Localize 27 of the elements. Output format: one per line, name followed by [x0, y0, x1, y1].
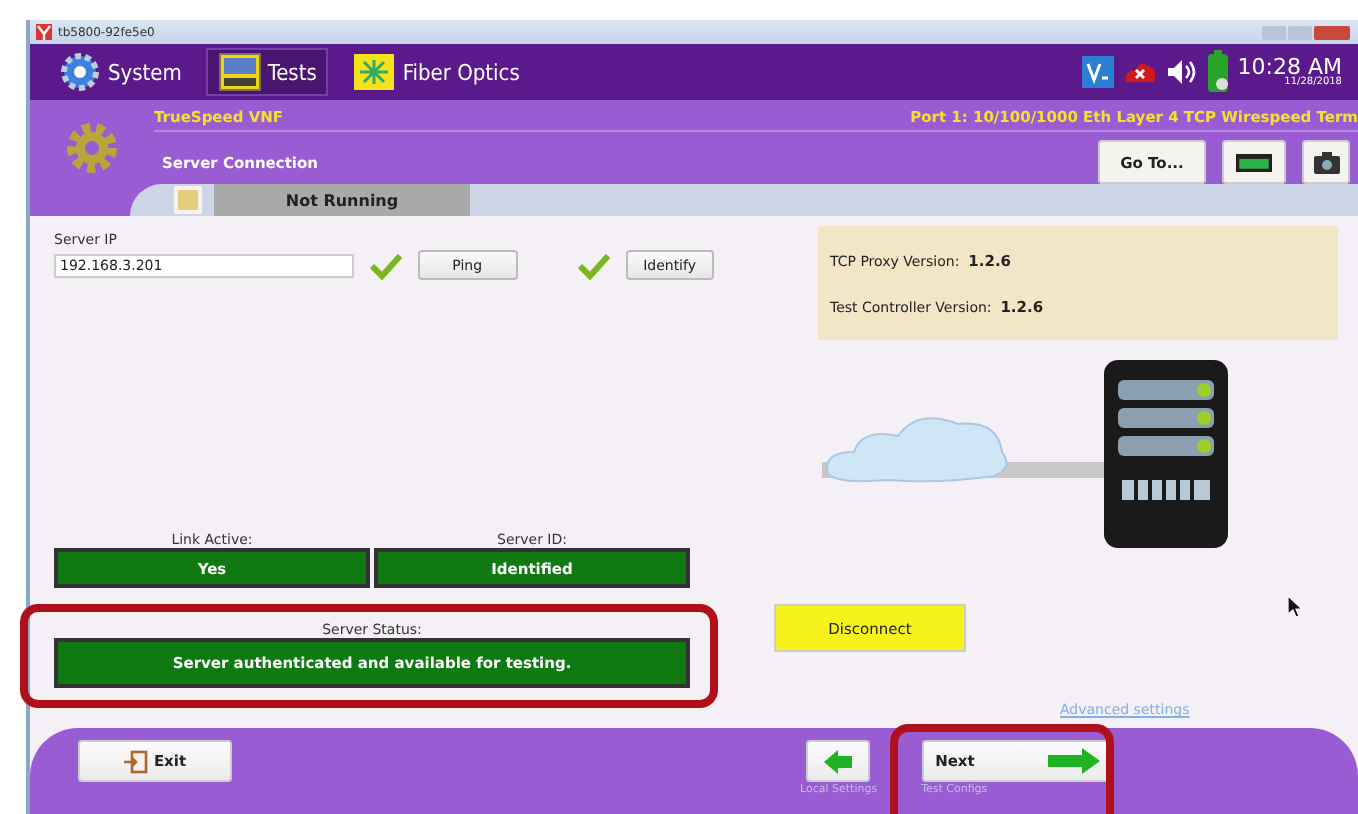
nav-tab[interactable]: Tests [205, 48, 329, 96]
run-status: Not Running [214, 184, 470, 216]
camera-icon [1313, 151, 1339, 173]
nav-tab[interactable]: System [46, 48, 194, 96]
battery-icon [1205, 50, 1230, 94]
fiber-icon [352, 52, 397, 92]
camera-button[interactable] [1302, 140, 1350, 184]
exit-icon [123, 749, 148, 773]
instrument-icon [1236, 151, 1272, 173]
instrument-button[interactable] [1222, 140, 1286, 184]
vnc-icon [1081, 56, 1114, 88]
cloud-icon [826, 417, 1008, 483]
clock-time: 10:28 AM [1237, 56, 1342, 78]
nav-tab[interactable]: Fiber Optics [340, 48, 532, 96]
network-error-icon [1121, 58, 1158, 86]
cursor-icon [1288, 596, 1304, 618]
back-button[interactable] [806, 740, 871, 782]
gear-icon [58, 50, 102, 94]
close-button[interactable] [1314, 25, 1350, 39]
test-panel-icon [217, 52, 262, 92]
status-flag-icon [174, 186, 202, 214]
left-arrow-icon [824, 749, 853, 773]
app-icon [36, 24, 52, 40]
right-arrow-icon [1047, 748, 1100, 774]
server-icon [1104, 360, 1228, 548]
speaker-icon [1165, 58, 1198, 86]
gear-icon [64, 120, 120, 176]
